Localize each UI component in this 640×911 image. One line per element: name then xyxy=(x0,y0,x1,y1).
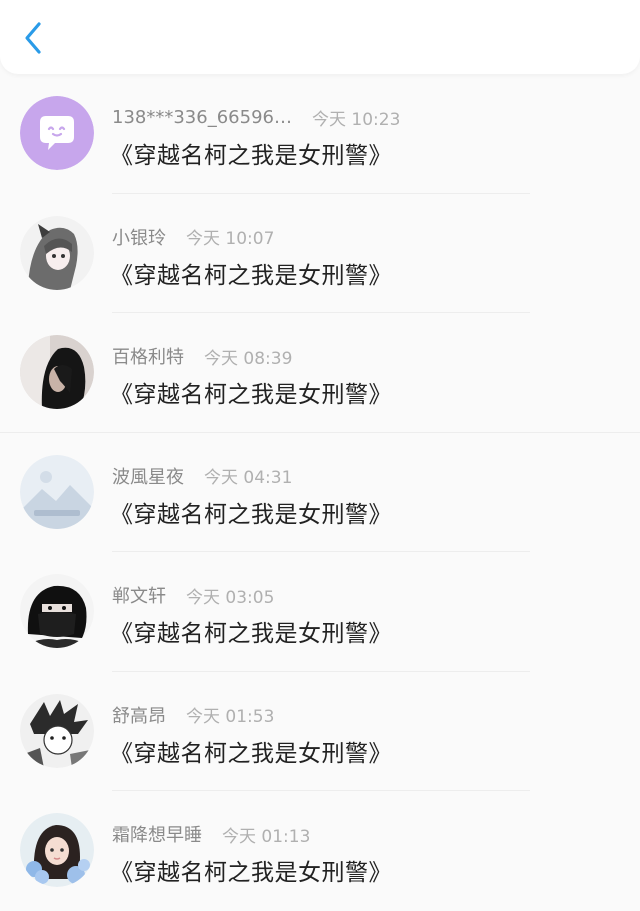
username[interactable]: 波風星夜 xyxy=(112,463,184,489)
timestamp: 今天 10:23 xyxy=(311,109,401,130)
username[interactable]: 舒高昂 xyxy=(112,702,166,728)
list-item[interactable]: 舒高昂 今天 01:53 《穿越名柯之我是女刑警》 xyxy=(0,672,640,791)
girl-photo-avatar[interactable] xyxy=(20,813,94,887)
list-item[interactable]: 波風星夜 今天 04:31 《穿越名柯之我是女刑警》 xyxy=(0,433,640,552)
message-list: 138***336_66596… 今天 10:23 《穿越名柯之我是女刑警》 小… xyxy=(0,74,640,911)
username[interactable]: 百格利特 xyxy=(112,343,184,369)
list-item[interactable]: 郸文轩 今天 03:05 《穿越名柯之我是女刑警》 xyxy=(0,552,640,672)
message-text: 《穿越名柯之我是女刑警》 xyxy=(110,860,392,886)
list-item[interactable]: 138***336_66596… 今天 10:23 《穿越名柯之我是女刑警》 xyxy=(0,74,640,194)
timestamp: 今天 03:05 xyxy=(186,587,275,608)
message-text: 《穿越名柯之我是女刑警》 xyxy=(110,143,392,169)
photo-avatar[interactable] xyxy=(20,335,94,409)
list-item[interactable]: 百格利特 今天 08:39 《穿越名柯之我是女刑警》 xyxy=(0,313,640,433)
timestamp: 今天 01:53 xyxy=(186,707,275,727)
back-button[interactable] xyxy=(18,20,48,56)
timestamp: 今天 10:07 xyxy=(186,229,275,249)
chevron-left-icon xyxy=(25,22,41,54)
username[interactable]: 霜降想早睡 xyxy=(112,821,202,847)
timestamp: 今天 01:13 xyxy=(222,826,311,847)
anime-girl-avatar[interactable] xyxy=(20,215,94,290)
timestamp: 今天 08:39 xyxy=(204,348,293,369)
username[interactable]: 小银玲 xyxy=(112,224,166,250)
username[interactable]: 138***336_66596… xyxy=(112,107,292,128)
timestamp: 今天 04:31 xyxy=(204,468,293,488)
landscape-placeholder-avatar[interactable] xyxy=(20,454,94,529)
masked-person-avatar[interactable] xyxy=(20,574,94,648)
message-text: 《穿越名柯之我是女刑警》 xyxy=(110,501,392,528)
username[interactable]: 郸文轩 xyxy=(112,582,166,608)
list-item[interactable]: 霜降想早睡 今天 01:13 《穿越名柯之我是女刑警》 xyxy=(0,791,640,911)
message-text: 《穿越名柯之我是女刑警》 xyxy=(110,382,392,408)
message-text: 《穿越名柯之我是女刑警》 xyxy=(110,740,392,767)
top-bar xyxy=(0,0,640,74)
message-text: 《穿越名柯之我是女刑警》 xyxy=(110,621,392,647)
message-text: 《穿越名柯之我是女刑警》 xyxy=(110,262,392,289)
chat-bubble-avatar[interactable] xyxy=(20,96,94,170)
list-item[interactable]: 小银玲 今天 10:07 《穿越名柯之我是女刑警》 xyxy=(0,194,640,313)
manga-avatar[interactable] xyxy=(20,693,94,768)
